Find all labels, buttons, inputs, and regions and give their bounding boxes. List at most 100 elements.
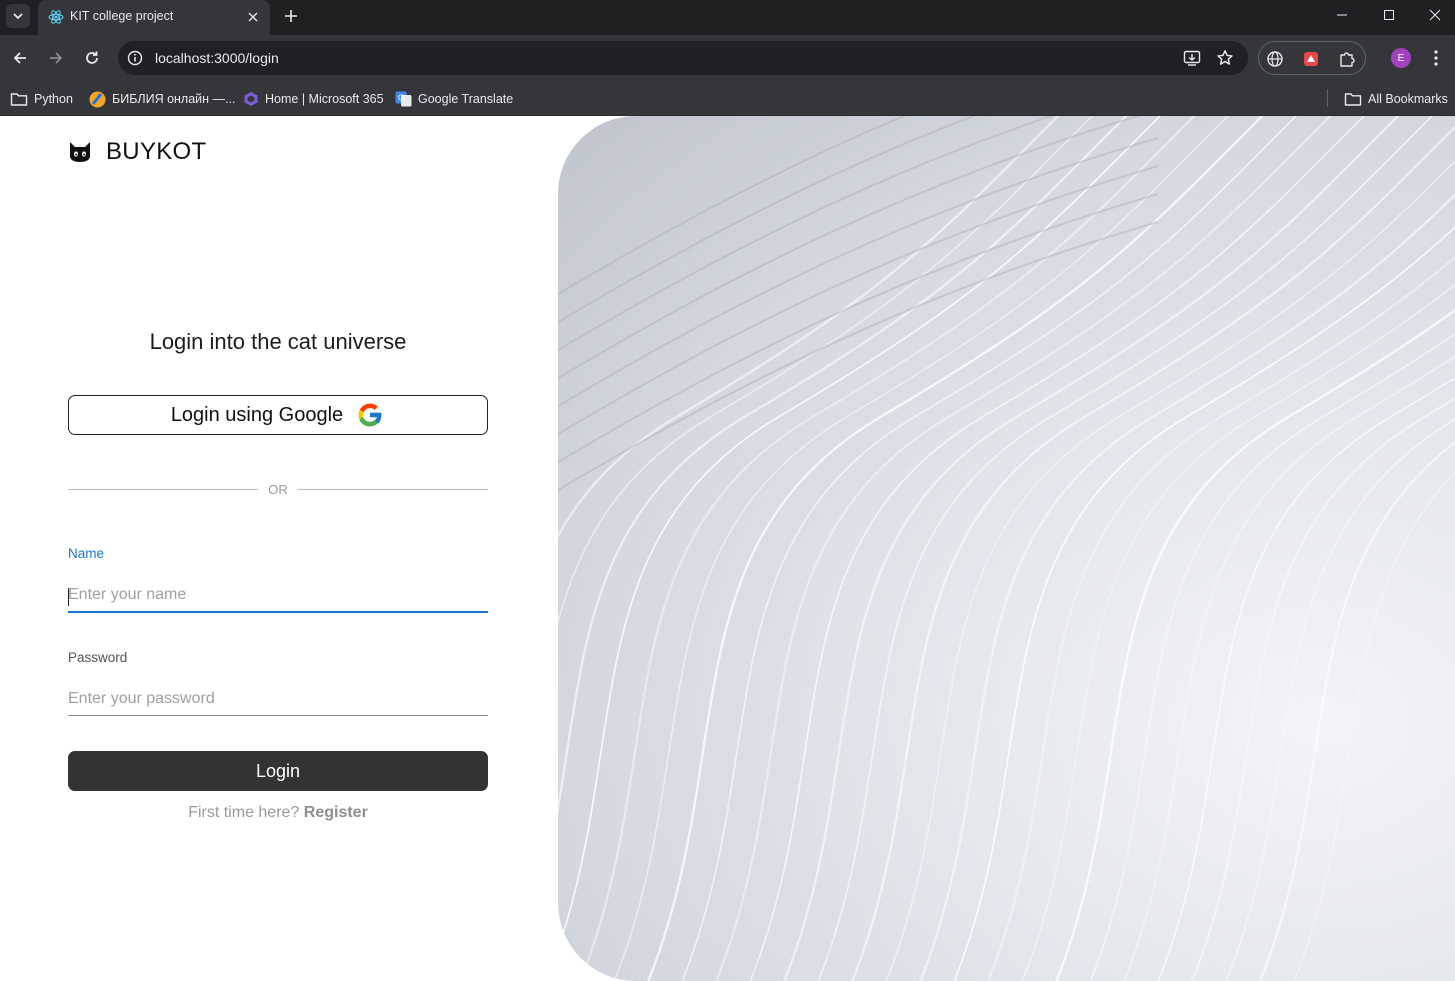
password-label: Password xyxy=(68,650,128,665)
cat-icon xyxy=(70,142,90,162)
register-link[interactable]: Register xyxy=(304,804,368,821)
wave-line xyxy=(646,116,1264,981)
wave-line xyxy=(885,160,1455,981)
wave-line xyxy=(1293,471,1455,981)
maximize-icon xyxy=(1384,10,1394,20)
back-button[interactable] xyxy=(8,46,32,70)
wave-line xyxy=(1258,440,1455,981)
wave-line xyxy=(918,193,1455,981)
wave-line xyxy=(953,226,1455,981)
bookmark-google-translate[interactable]: G Google Translate xyxy=(395,87,513,111)
password-input[interactable] xyxy=(68,682,488,716)
wave-line xyxy=(714,116,1332,981)
google-translate-icon: G xyxy=(395,91,412,107)
arrow-right-icon xyxy=(50,52,63,64)
wave-line-shadow xyxy=(558,137,1159,408)
chevron-down-icon xyxy=(13,13,23,20)
url-text: localhost:3000/login xyxy=(155,50,279,66)
bookmark-label: БИБЛИЯ онлайн —... xyxy=(112,92,236,106)
info-icon xyxy=(127,50,143,66)
tab-close-button[interactable] xyxy=(244,8,262,26)
login-page: BUYKOT Login into the cat universe Login… xyxy=(0,116,1455,981)
close-icon xyxy=(1429,9,1441,21)
wave-line xyxy=(1054,308,1455,981)
microsoft-365-icon xyxy=(244,92,258,106)
react-icon xyxy=(48,10,64,24)
reload-icon xyxy=(86,51,98,64)
wave-line xyxy=(578,116,1196,981)
close-window-button[interactable] xyxy=(1412,0,1455,30)
wave-line xyxy=(749,116,1366,981)
text-caret xyxy=(68,588,69,606)
close-icon xyxy=(248,12,258,22)
brand-name: BUYKOT xyxy=(106,138,207,165)
profile-avatar[interactable]: E xyxy=(1391,48,1411,68)
bookmark-label: Google Translate xyxy=(418,92,514,106)
wave-line xyxy=(558,116,1128,815)
extensions-menu-button[interactable] xyxy=(1337,49,1357,69)
wave-line xyxy=(681,116,1298,981)
minimize-icon xyxy=(1337,14,1347,16)
wave-line-shadow xyxy=(558,116,907,296)
folder-icon xyxy=(10,93,28,106)
browser-tabstrip: KIT college project xyxy=(0,0,1455,35)
login-button[interactable]: Login xyxy=(68,751,488,791)
wave-line xyxy=(1225,418,1455,981)
tab-title: KIT college project xyxy=(70,9,174,23)
wave-line xyxy=(850,125,1455,981)
bookmark-label: Python xyxy=(34,92,73,106)
bookmark-bible-online[interactable]: БИБЛИЯ онлайн —... xyxy=(89,87,235,111)
folder-icon xyxy=(1344,93,1362,106)
translate-extension-button[interactable] xyxy=(1265,49,1285,69)
red-extension-icon xyxy=(1304,52,1318,66)
wave-line xyxy=(1190,397,1455,981)
puzzle-icon xyxy=(1340,52,1355,67)
address-bar[interactable]: localhost:3000/login xyxy=(118,41,1248,75)
browser-tab-active[interactable]: KIT college project xyxy=(38,0,270,35)
wave-line xyxy=(817,116,1434,981)
brand-header[interactable]: BUYKOT xyxy=(68,138,206,166)
bookmark-star-button[interactable] xyxy=(1215,48,1235,68)
google-icon xyxy=(358,403,383,427)
wave-line xyxy=(986,255,1455,981)
page-title: Login into the cat universe xyxy=(149,329,407,354)
register-prompt: First time here? xyxy=(188,804,304,821)
plus-icon xyxy=(285,10,297,22)
or-divider: OR xyxy=(68,480,488,500)
wave-line-shadow xyxy=(558,116,977,324)
bookmark-label: Home | Microsoft 365 xyxy=(265,92,384,106)
wave-lines-graphic xyxy=(558,116,1455,981)
login-google-button[interactable]: Login using Google xyxy=(68,395,488,435)
browser-menu-button[interactable] xyxy=(1428,46,1444,70)
wave-line-shadow xyxy=(558,221,1159,492)
svg-text:G: G xyxy=(398,94,404,103)
install-icon xyxy=(1183,50,1201,66)
bookmark-microsoft-365[interactable]: Home | Microsoft 365 xyxy=(243,87,384,111)
browser-toolbar: localhost:3000/login E xyxy=(0,35,1455,81)
bookmark-python[interactable]: Python xyxy=(10,87,73,111)
forward-button[interactable] xyxy=(44,46,68,70)
reload-button[interactable] xyxy=(80,46,104,70)
new-tab-button[interactable] xyxy=(280,5,302,27)
wave-line xyxy=(782,116,1400,981)
wave-line-shadow xyxy=(558,116,1142,380)
site-info-button[interactable] xyxy=(126,49,144,67)
wave-line xyxy=(1122,354,1455,981)
maximize-button[interactable] xyxy=(1366,0,1412,30)
all-bookmarks-label: All Bookmarks xyxy=(1368,92,1448,106)
divider-line-right xyxy=(298,489,488,490)
bookmarks-separator xyxy=(1327,89,1328,107)
extensions-group xyxy=(1258,41,1366,75)
name-input[interactable] xyxy=(68,579,488,613)
star-icon xyxy=(1217,50,1233,65)
register-prompt-row: First time here? Register xyxy=(68,804,488,822)
arrow-left-icon xyxy=(13,52,26,64)
minimize-button[interactable] xyxy=(1319,0,1365,30)
all-bookmarks-button[interactable]: All Bookmarks xyxy=(1344,87,1448,111)
install-app-button[interactable] xyxy=(1182,48,1202,68)
globe-icon xyxy=(1267,51,1283,67)
tab-search-button[interactable] xyxy=(6,4,30,28)
google-button-label: Login using Google xyxy=(170,403,344,426)
name-label: Name xyxy=(68,546,105,561)
extension-red-button[interactable] xyxy=(1301,49,1321,69)
